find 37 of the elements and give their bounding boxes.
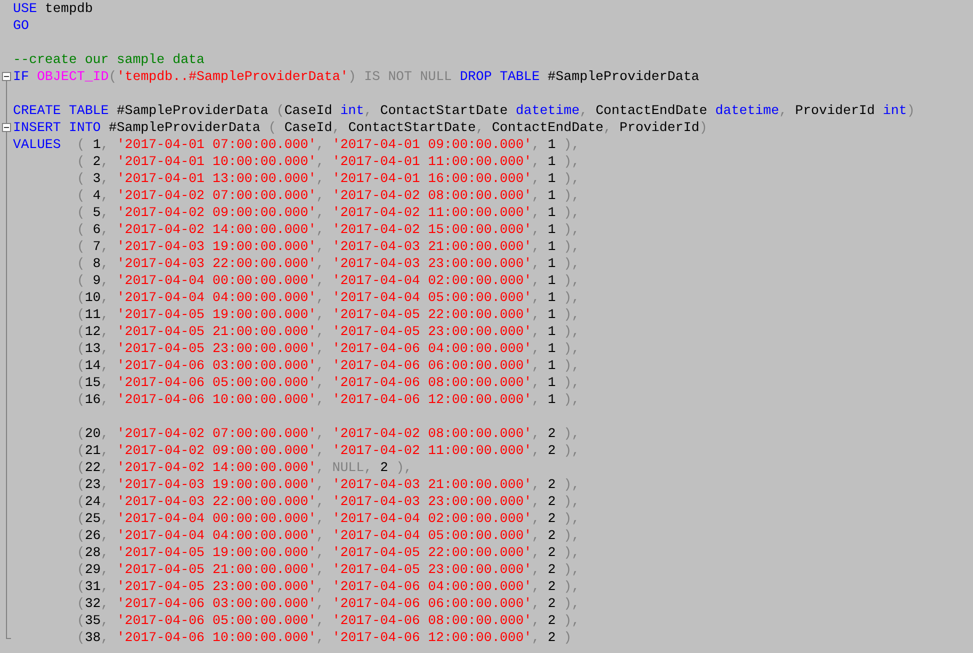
code-line: (38, '2017-04-06 10:00:00.000', '2017-04-06 12:00:00.000', 2 ) bbox=[76, 629, 572, 646]
code-line: (28, '2017-04-05 19:00:00.000', '2017-04-05 22:00:00.000', 2 ), bbox=[76, 544, 580, 561]
code-line: CREATE TABLE #SampleProviderData (CaseId int, ContactStartDate datetime, ContactEndDate datetime, ProviderId int) bbox=[13, 102, 915, 119]
code-line: ( 9, '2017-04-04 00:00:00.000', '2017-04-04 02:00:00.000', 1 ), bbox=[76, 272, 580, 289]
code-line: (31, '2017-04-05 23:00:00.000', '2017-04-06 04:00:00.000', 2 ), bbox=[76, 578, 580, 595]
code-line: INSERT INTO #SampleProviderData ( CaseId, ContactStartDate, ContactEndDate, ProviderId) bbox=[13, 119, 708, 136]
code-line: (23, '2017-04-03 19:00:00.000', '2017-04-03 21:00:00.000', 2 ), bbox=[76, 476, 580, 493]
code-line: (20, '2017-04-02 07:00:00.000', '2017-04-02 08:00:00.000', 2 ), bbox=[76, 425, 580, 442]
code-line: (35, '2017-04-06 05:00:00.000', '2017-04-06 08:00:00.000', 2 ), bbox=[76, 612, 580, 629]
code-line: (21, '2017-04-02 09:00:00.000', '2017-04-02 11:00:00.000', 2 ), bbox=[76, 442, 580, 459]
code-line: (11, '2017-04-05 19:00:00.000', '2017-04-05 22:00:00.000', 1 ), bbox=[76, 306, 580, 323]
code-line: (16, '2017-04-06 10:00:00.000', '2017-04-06 12:00:00.000', 1 ), bbox=[76, 391, 580, 408]
code-line: ( 6, '2017-04-02 14:00:00.000', '2017-04-02 15:00:00.000', 1 ), bbox=[76, 221, 580, 238]
code-line: (25, '2017-04-04 00:00:00.000', '2017-04-04 02:00:00.000', 2 ), bbox=[76, 510, 580, 527]
code-line: ( 2, '2017-04-01 10:00:00.000', '2017-04-01 11:00:00.000', 1 ), bbox=[76, 153, 580, 170]
code-line: ( 8, '2017-04-03 22:00:00.000', '2017-04-03 23:00:00.000', 1 ), bbox=[76, 255, 580, 272]
code-line: (15, '2017-04-06 05:00:00.000', '2017-04-06 08:00:00.000', 1 ), bbox=[76, 374, 580, 391]
code-line: (22, '2017-04-02 14:00:00.000', NULL, 2 ), bbox=[76, 459, 412, 476]
code-line: ( 4, '2017-04-02 07:00:00.000', '2017-04-02 08:00:00.000', 1 ), bbox=[76, 187, 580, 204]
code-line: ( 7, '2017-04-03 19:00:00.000', '2017-04-03 21:00:00.000', 1 ), bbox=[76, 238, 580, 255]
code-line: (10, '2017-04-04 04:00:00.000', '2017-04-04 05:00:00.000', 1 ), bbox=[76, 289, 580, 306]
fold-minus-icon[interactable] bbox=[2, 123, 11, 132]
code-line: (12, '2017-04-05 21:00:00.000', '2017-04-05 23:00:00.000', 1 ), bbox=[76, 323, 580, 340]
code-line: --create our sample data bbox=[13, 51, 205, 68]
code-line: (24, '2017-04-03 22:00:00.000', '2017-04-03 23:00:00.000', 2 ), bbox=[76, 493, 580, 510]
code-line: IF OBJECT_ID('tempdb..#SampleProviderData') IS NOT NULL DROP TABLE #SampleProviderData bbox=[13, 68, 700, 85]
code-line: (29, '2017-04-05 21:00:00.000', '2017-04-05 23:00:00.000', 2 ), bbox=[76, 561, 580, 578]
code-line: (14, '2017-04-06 03:00:00.000', '2017-04-06 06:00:00.000', 1 ), bbox=[76, 357, 580, 374]
code-line: ( 3, '2017-04-01 13:00:00.000', '2017-04-01 16:00:00.000', 1 ), bbox=[76, 170, 580, 187]
code-line: GO bbox=[13, 17, 29, 34]
code-line: VALUES ( 1, '2017-04-01 07:00:00.000', '2017-04-01 09:00:00.000', 1 ), bbox=[13, 136, 580, 153]
fold-minus-icon[interactable] bbox=[2, 72, 11, 81]
code-line: (26, '2017-04-04 04:00:00.000', '2017-04-04 05:00:00.000', 2 ), bbox=[76, 527, 580, 544]
code-line: ( 5, '2017-04-02 09:00:00.000', '2017-04-02 11:00:00.000', 1 ), bbox=[76, 204, 580, 221]
code-line: (13, '2017-04-05 23:00:00.000', '2017-04-06 04:00:00.000', 1 ), bbox=[76, 340, 580, 357]
code-line: USE tempdb bbox=[13, 0, 93, 17]
code-line: (32, '2017-04-06 03:00:00.000', '2017-04-06 06:00:00.000', 2 ), bbox=[76, 595, 580, 612]
